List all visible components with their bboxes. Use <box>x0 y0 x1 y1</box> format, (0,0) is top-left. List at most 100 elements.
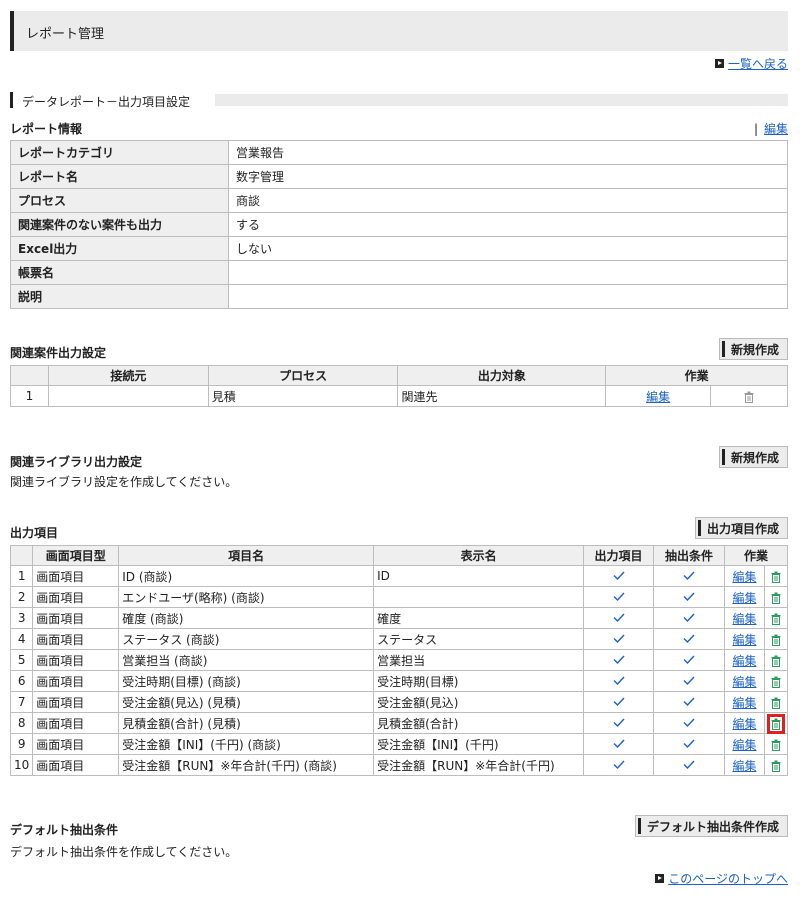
back-to-list[interactable]: 一覧へ戻る <box>714 55 788 72</box>
check-icon <box>683 697 695 707</box>
related-case-edit-link[interactable]: 編集 <box>646 390 670 404</box>
related-cases-new-button[interactable]: 新規作成 <box>718 338 788 360</box>
page-top-link-text[interactable]: このページのトップへ <box>668 870 788 887</box>
row-item-type: 画面項目 <box>32 733 120 755</box>
page-top-link[interactable]: このページのトップへ <box>655 870 788 887</box>
arrow-square-icon <box>655 874 665 883</box>
row-edit-link[interactable]: 編集 <box>732 570 756 584</box>
row-edit-link[interactable]: 編集 <box>732 612 756 626</box>
row-edit-link[interactable]: 編集 <box>732 654 756 668</box>
row-edit-link[interactable]: 編集 <box>732 759 756 773</box>
row-display-name: 受注時期(目標) <box>373 670 585 692</box>
info-label: 関連案件のない案件も出力 <box>10 212 229 237</box>
trash-icon[interactable] <box>771 571 781 583</box>
check-icon <box>613 592 625 602</box>
info-label: プロセス <box>10 188 229 213</box>
row-item-name: 受注金額(見込) (見積) <box>118 691 375 713</box>
row-output-check <box>583 691 654 713</box>
table-row: 9 画面項目 受注金額【INI】(千円) (商談) 受注金額【INI】(千円) 編集 <box>9 733 789 755</box>
row-filter-check <box>653 565 725 587</box>
check-icon <box>683 676 695 686</box>
info-value <box>228 260 788 285</box>
report-info-table: レポートカテゴリ 営業報告 レポート名 数字管理 プロセス 商談 関連案件のない案件も出力す… <box>10 140 788 309</box>
default-conditions-create-button[interactable]: デフォルト抽出条件作成 <box>634 815 788 837</box>
row-item-type: 画面項目 <box>32 691 120 713</box>
row-output-check <box>583 670 654 692</box>
row-output-check <box>583 733 654 755</box>
row-item-name: 受注金額【RUN】※年合計(千円) (商談) <box>118 754 375 776</box>
info-label: 説明 <box>10 284 229 309</box>
section-header: データレポート－出力項目設定 <box>10 92 788 110</box>
row-delete[interactable] <box>763 586 789 608</box>
row-delete[interactable] <box>763 712 789 734</box>
trash-icon[interactable] <box>771 697 781 709</box>
row-edit-link[interactable]: 編集 <box>732 717 756 731</box>
row-delete[interactable] <box>763 670 789 692</box>
row-delete[interactable] <box>763 649 789 671</box>
row-edit-link[interactable]: 編集 <box>732 591 756 605</box>
row-delete[interactable] <box>763 628 789 650</box>
check-icon <box>613 760 625 770</box>
output-items-table: 画面項目型 項目名 表示名 出力項目 抽出条件 作業 1 画面項目 ID (商談) I… <box>9 545 789 776</box>
check-icon <box>613 676 625 686</box>
row-item-name: 営業担当 (商談) <box>118 649 375 671</box>
trash-icon[interactable] <box>771 613 781 625</box>
row-display-name <box>373 586 585 608</box>
row-filter-check <box>653 691 725 713</box>
row-target: 関連先 <box>397 385 607 407</box>
report-info-edit-link[interactable]: 編集 <box>764 120 788 137</box>
table-row: Excel出力 しない <box>10 236 788 261</box>
row-delete[interactable] <box>763 607 789 629</box>
row-delete[interactable] <box>763 691 789 713</box>
row-edit-link[interactable]: 編集 <box>732 675 756 689</box>
row-item-name: 見積金額(合計) (見積) <box>118 712 375 734</box>
row-display-name: 受注金額【RUN】※年合計(千円) <box>373 754 585 776</box>
col-process: プロセス <box>207 365 399 386</box>
trash-icon[interactable] <box>744 391 754 403</box>
row-item-type: 画面項目 <box>32 565 120 587</box>
default-conditions-title: デフォルト抽出条件 <box>10 823 119 837</box>
table-row: 説明 <box>10 284 788 309</box>
row-item-type: 画面項目 <box>32 712 120 734</box>
related-library-new-button[interactable]: 新規作成 <box>718 446 788 468</box>
row-edit-link[interactable]: 編集 <box>732 633 756 647</box>
trash-icon[interactable] <box>771 592 781 604</box>
trash-icon[interactable] <box>771 676 781 688</box>
row-delete[interactable] <box>763 733 789 755</box>
row-output-check <box>583 586 654 608</box>
row-number: 4 <box>9 628 34 650</box>
table-row: 1 画面項目 ID (商談) ID 編集 <box>9 565 789 587</box>
table-row: 10 画面項目 受注金額【RUN】※年合計(千円) (商談) 受注金額【RUN】※年合… <box>9 754 789 776</box>
row-filter-check <box>653 733 725 755</box>
table-row: 6 画面項目 受注時期(目標) (商談) 受注時期(目標) 編集 <box>9 670 789 692</box>
check-icon <box>683 760 695 770</box>
row-display-name: 営業担当 <box>373 649 585 671</box>
row-output-check <box>583 628 654 650</box>
row-filter-check <box>653 607 725 629</box>
trash-icon[interactable] <box>771 760 781 772</box>
back-to-list-link[interactable]: 一覧へ戻る <box>728 55 788 72</box>
row-item-type: 画面項目 <box>32 586 120 608</box>
row-number: 6 <box>9 670 34 692</box>
row-delete[interactable] <box>763 565 789 587</box>
row-item-type: 画面項目 <box>32 607 120 629</box>
related-cases-table: 接続元 プロセス 出力対象 作業 1 見積 関連先 編集 <box>10 365 788 407</box>
row-edit-link[interactable]: 編集 <box>732 738 756 752</box>
row-delete[interactable] <box>763 754 789 776</box>
trash-icon[interactable] <box>766 713 785 734</box>
related-cases-title: 関連案件出力設定 <box>10 346 107 360</box>
table-row: 関連案件のない案件も出力 する <box>10 212 788 237</box>
output-items-create-button[interactable]: 出力項目作成 <box>694 517 788 539</box>
info-value: 数字管理 <box>228 164 788 189</box>
row-edit-link[interactable]: 編集 <box>732 696 756 710</box>
row-number: 9 <box>9 733 34 755</box>
table-row: プロセス 商談 <box>10 188 788 213</box>
info-label: 帳票名 <box>10 260 229 285</box>
trash-icon[interactable] <box>771 634 781 646</box>
info-value: する <box>228 212 788 237</box>
trash-icon[interactable] <box>771 739 781 751</box>
check-icon <box>613 571 625 581</box>
trash-icon[interactable] <box>771 655 781 667</box>
row-item-name: エンドユーザ(略称) (商談) <box>118 586 375 608</box>
row-filter-check <box>653 754 725 776</box>
